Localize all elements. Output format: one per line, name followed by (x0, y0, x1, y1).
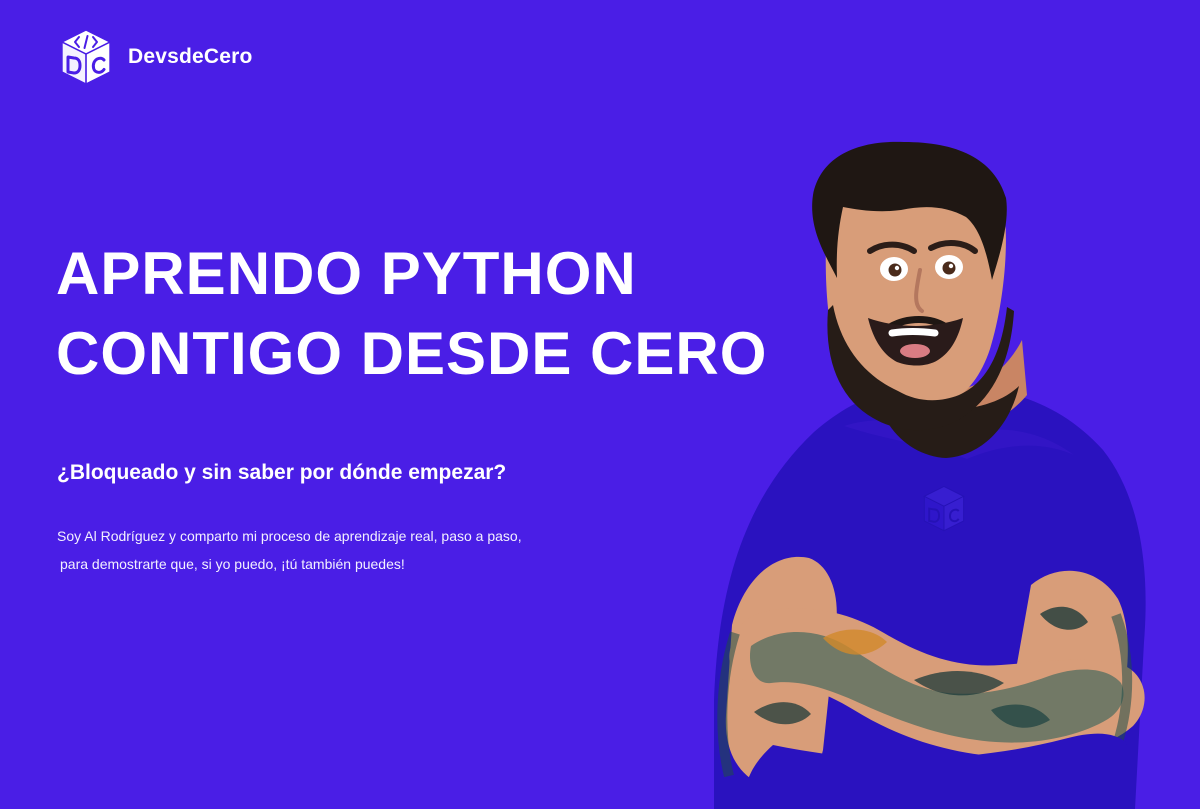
hero-description-line-1: Soy Al Rodríguez y comparto mi proceso d… (57, 528, 522, 544)
hero-title-line-1: APRENDO PYTHON (56, 240, 637, 307)
hero-title-line-2: CONTIGO DESDE CERO (56, 320, 768, 387)
dc-cube-logo-icon[interactable] (58, 27, 114, 87)
landing-page: DevsdeCero APRENDO PYTHON CONTIGO DESDE … (0, 0, 1200, 809)
brand-name[interactable]: DevsdeCero (128, 45, 253, 69)
site-header: DevsdeCero (58, 27, 253, 87)
hero-description: Soy Al Rodríguez y comparto mi proceso d… (57, 522, 522, 578)
shirt-logo-icon (923, 485, 965, 532)
hero-title: APRENDO PYTHON CONTIGO DESDE CERO (56, 234, 767, 394)
hero-description-line-2: para demostrarte que, si yo puedo, ¡tú t… (60, 556, 405, 572)
hero-subheading: ¿Bloqueado y sin saber por dónde empezar… (57, 461, 507, 484)
